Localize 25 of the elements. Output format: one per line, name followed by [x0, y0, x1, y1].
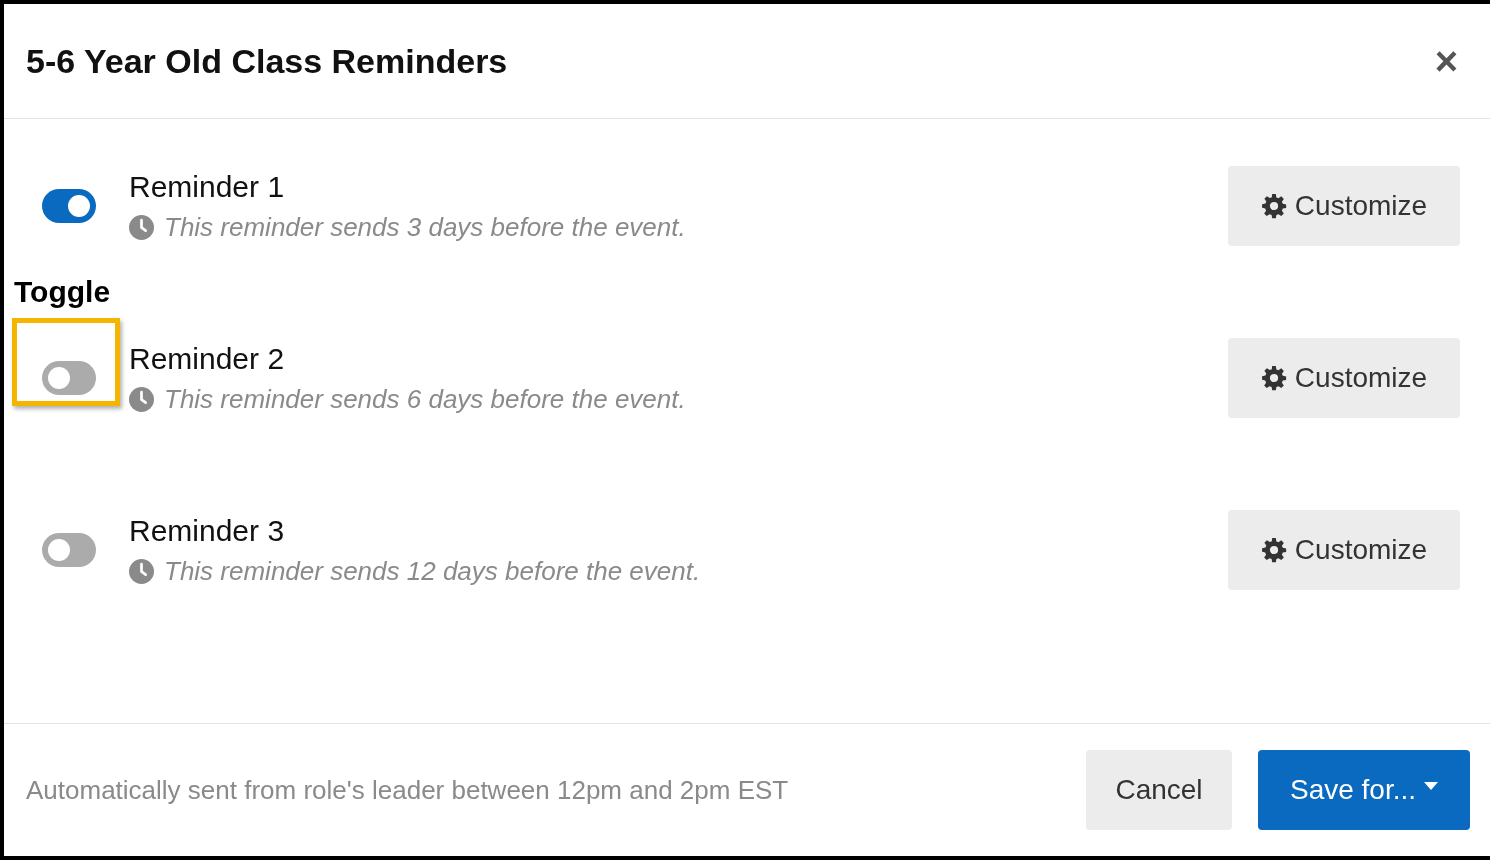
reminder-description: This reminder sends 6 days before the event. — [164, 383, 686, 415]
gear-icon — [1260, 365, 1287, 391]
caret-icon — [1424, 782, 1439, 790]
gear-icon — [1260, 193, 1287, 219]
customize-button[interactable]: Customize — [1228, 338, 1460, 418]
toggle-switch[interactable] — [42, 361, 96, 395]
toggle-switch[interactable] — [42, 189, 96, 223]
dialog-title: 5-6 Year Old Class Reminders — [26, 41, 509, 81]
clock-icon — [129, 386, 154, 412]
reminder-title: Reminder 1 — [129, 169, 286, 204]
toggle-switch[interactable] — [42, 533, 96, 567]
gear-icon — [1260, 537, 1287, 563]
clock-icon — [129, 214, 154, 240]
footer-note: Automatically sent from role's leader between 12pm and 2pm EST — [26, 774, 790, 806]
reminder-title: Reminder 2 — [129, 341, 286, 376]
close-button[interactable]: × — [1428, 41, 1464, 81]
reminder-description: This reminder sends 3 days before the event. — [164, 211, 686, 243]
customize-button[interactable]: Customize — [1228, 510, 1460, 590]
customize-button[interactable]: Customize — [1228, 166, 1460, 246]
cancel-button[interactable]: Cancel — [1086, 750, 1232, 830]
reminder-title: Reminder 3 — [129, 513, 286, 548]
reminder-description: This reminder sends 12 days before the event. — [164, 555, 701, 587]
save-button[interactable]: Save for... — [1258, 750, 1470, 830]
clock-icon — [129, 558, 154, 584]
callout-label: Toggle — [14, 275, 111, 309]
